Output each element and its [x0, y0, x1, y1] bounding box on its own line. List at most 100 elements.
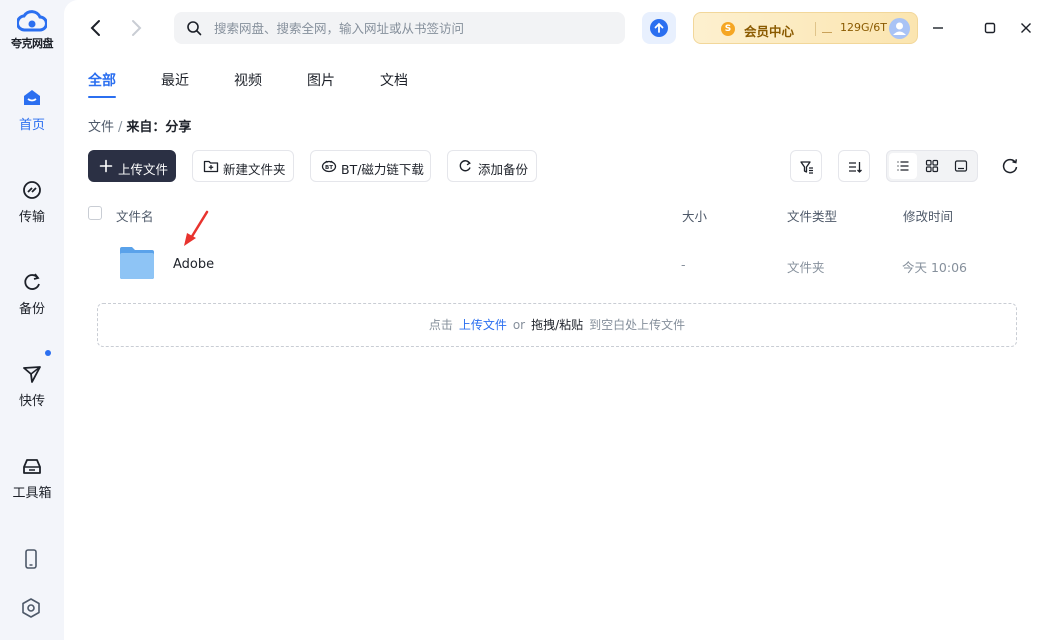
transfer-icon — [23, 181, 41, 199]
sidebar-item-label: 快传 — [18, 394, 45, 409]
select-all-checkbox[interactable] — [88, 206, 102, 220]
dropzone-prefix: 点击 — [428, 318, 453, 332]
notification-dot — [45, 350, 51, 356]
svg-text:BT: BT — [325, 165, 333, 171]
phone-button[interactable] — [20, 548, 42, 574]
search-input[interactable] — [214, 12, 614, 44]
bt-magnet-download-button[interactable]: BT BT/磁力链下载 — [310, 150, 431, 182]
file-size: - — [681, 257, 686, 272]
button-label: 新建文件夹 — [223, 162, 286, 177]
breadcrumb-current: 来自：分享 — [126, 120, 192, 135]
refresh-button[interactable] — [1001, 157, 1019, 179]
chevron-right-icon — [132, 20, 142, 36]
filter-icon — [800, 161, 813, 174]
button-label: 添加备份 — [478, 162, 529, 177]
top-bar: S 会员中心 129G/6T — [64, 0, 1050, 56]
backup-icon — [24, 273, 40, 290]
annotation-arrow-icon — [184, 210, 209, 246]
app-logo[interactable]: 夸克网盘 — [0, 8, 64, 51]
file-name[interactable]: Adobe — [173, 257, 214, 272]
tab-all[interactable]: 全部 — [88, 70, 116, 98]
minimize-button[interactable] — [924, 14, 952, 42]
search-bar[interactable] — [174, 12, 625, 44]
user-icon — [893, 22, 906, 35]
sidebar-item-label: 首页 — [18, 118, 45, 133]
minimize-icon — [933, 27, 943, 29]
forward-button[interactable] — [126, 16, 146, 44]
table-header: 文件名 大小 文件类型 修改时间 — [88, 205, 1028, 225]
add-backup-button[interactable]: 添加备份 — [447, 150, 537, 182]
toolbox-icon — [23, 459, 41, 474]
sort-button[interactable] — [838, 150, 870, 182]
sidebar-item-transfer[interactable]: 传输 — [0, 180, 64, 225]
view-mode-switcher — [886, 150, 978, 182]
filter-button[interactable] — [790, 150, 822, 182]
column-header-size[interactable]: 大小 — [682, 206, 707, 225]
column-header-modified[interactable]: 修改时间 — [903, 206, 953, 225]
tab-label: 全部 — [88, 73, 116, 89]
phone-icon — [25, 549, 37, 569]
close-button[interactable] — [1012, 14, 1040, 42]
list-view-button[interactable] — [889, 153, 917, 179]
plus-icon — [99, 159, 113, 173]
sidebar-item-home[interactable]: 首页 — [0, 88, 64, 133]
back-button[interactable] — [86, 16, 106, 44]
chevron-left-icon — [90, 20, 100, 36]
bt-icon: BT — [321, 160, 337, 173]
upload-file-link[interactable]: 上传文件 — [459, 318, 507, 332]
upload-file-button[interactable]: 上传文件 — [88, 150, 176, 182]
sidebar-item-send[interactable]: 快传 — [0, 350, 64, 409]
tab-recent[interactable]: 最近 — [161, 70, 189, 90]
settings-button[interactable] — [20, 597, 42, 623]
dropzone-suffix: 到空白处上传文件 — [589, 318, 686, 332]
divider — [815, 22, 816, 36]
table-row[interactable]: Adobe - 文件夹 今天 10:06 — [88, 240, 1028, 288]
avatar[interactable] — [889, 18, 910, 39]
sync-icon — [459, 160, 471, 172]
send-icon — [23, 366, 41, 383]
breadcrumb-separator: / — [118, 120, 123, 135]
vip-label: 会员中心 — [744, 24, 795, 39]
sort-icon — [849, 162, 862, 173]
coin-icon: S — [721, 22, 735, 36]
main-panel: S 会员中心 129G/6T — [64, 0, 1050, 640]
tab-active-indicator — [88, 96, 116, 98]
breadcrumb-root[interactable]: 文件 — [88, 120, 114, 135]
maximize-button[interactable] — [976, 14, 1004, 42]
upload-drop-zone[interactable]: 点击 上传文件 or 拖拽/粘贴 到空白处上传文件 — [97, 303, 1017, 347]
grid-view-icon — [925, 159, 939, 173]
new-folder-button[interactable]: 新建文件夹 — [192, 150, 294, 182]
sidebar: 夸克网盘 首页 传输 备份 快传 工具箱 — [0, 0, 64, 640]
arrow-up-icon — [654, 22, 664, 33]
thumbnail-view-icon — [954, 160, 968, 172]
tab-documents[interactable]: 文档 — [380, 70, 408, 90]
column-header-name[interactable]: 文件名 — [116, 206, 154, 225]
sidebar-item-backup[interactable]: 备份 — [0, 272, 64, 317]
tab-images[interactable]: 图片 — [307, 70, 335, 90]
maximize-icon — [984, 22, 996, 34]
sidebar-item-label: 工具箱 — [12, 486, 52, 501]
column-header-type[interactable]: 文件类型 — [787, 206, 837, 225]
cloud-logo-icon — [17, 10, 47, 32]
app-name: 夸克网盘 — [11, 37, 54, 50]
breadcrumb: 文件 / 来自：分享 — [88, 116, 191, 135]
tab-video[interactable]: 视频 — [234, 70, 262, 90]
file-modified: 今天 10:06 — [902, 260, 967, 275]
sidebar-item-toolbox[interactable]: 工具箱 — [0, 456, 64, 501]
vip-center-button[interactable]: S 会员中心 129G/6T — [693, 12, 918, 44]
grid-view-button[interactable] — [918, 153, 946, 179]
sidebar-item-label: 传输 — [18, 210, 45, 225]
dropzone-action: 拖拽/粘贴 — [531, 318, 584, 332]
home-icon — [24, 90, 40, 105]
search-icon — [187, 21, 202, 36]
button-label: 上传文件 — [118, 162, 169, 177]
thumbnail-view-button[interactable] — [947, 153, 975, 179]
storage-quota: 129G/6T — [840, 21, 887, 34]
list-view-icon — [897, 161, 909, 171]
button-label: BT/磁力链下载 — [341, 162, 424, 177]
dropzone-or: or — [512, 318, 526, 332]
sidebar-item-label: 备份 — [18, 302, 45, 317]
refresh-icon — [1002, 158, 1018, 174]
file-type: 文件夹 — [787, 260, 825, 275]
transfer-upload-button[interactable] — [642, 12, 676, 44]
